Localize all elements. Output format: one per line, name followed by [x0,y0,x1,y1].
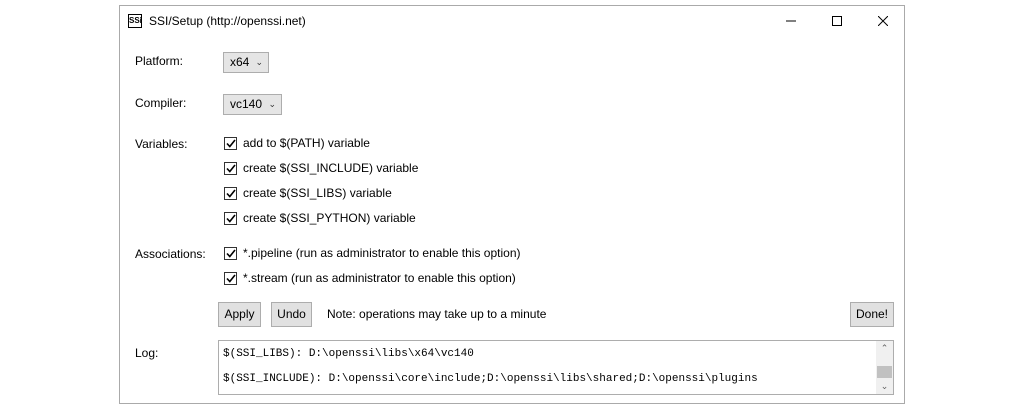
scroll-up-icon[interactable]: ⌃ [876,343,893,354]
chevron-down-icon: ⌄ [255,57,263,67]
checkbox-ssi-libs[interactable]: create $(SSI_LIBS) variable [224,185,392,201]
checkmark-icon [225,139,236,148]
log-line: $(SSI_INCLUDE): D:\openssi\core\include;… [223,373,758,385]
minimize-button[interactable] [768,6,814,36]
checkbox-label: create $(SSI_LIBS) variable [243,186,392,200]
checkbox-box[interactable] [224,211,237,225]
checkbox-path[interactable]: add to $(PATH) variable [224,135,370,151]
associations-label: Associations: [135,247,206,261]
checkbox-label: add to $(PATH) variable [243,136,370,150]
checkbox-ssi-python[interactable]: create $(SSI_PYTHON) variable [224,210,416,226]
checkbox-box[interactable] [224,186,237,200]
checkbox-ssi-include[interactable]: create $(SSI_INCLUDE) variable [224,160,418,176]
checkbox-box[interactable] [224,246,237,260]
log-scrollbar[interactable]: ⌃ ⌄ [876,341,893,394]
scroll-down-icon[interactable]: ⌄ [876,381,893,392]
close-icon [878,16,888,26]
checkbox-label: create $(SSI_INCLUDE) variable [243,161,419,175]
log-line: $(SSI_LIBS): D:\openssi\libs\x64\vc140 [223,348,474,360]
checkbox-stream[interactable]: *.stream (run as administrator to enable… [224,270,516,286]
platform-value: x64 [230,55,250,69]
checkbox-label: *.stream (run as administrator to enable… [243,271,516,285]
compiler-value: vc140 [230,97,263,111]
compiler-label: Compiler: [135,96,187,110]
platform-select[interactable]: x64 ⌄ [223,52,269,73]
checkbox-label: *.pipeline (run as administrator to enab… [243,246,521,260]
scroll-thumb[interactable] [877,366,892,378]
compiler-select[interactable]: vc140 ⌄ [223,94,282,115]
variables-label: Variables: [135,137,188,151]
platform-label: Platform: [135,54,184,68]
checkbox-box[interactable] [224,271,237,285]
window-title: SSI/Setup (http://openssi.net) [149,14,306,28]
checkbox-pipeline[interactable]: *.pipeline (run as administrator to enab… [224,245,521,261]
maximize-icon [832,16,842,26]
log-textarea[interactable]: $(SSI_LIBS): D:\openssi\libs\x64\vc140 $… [218,340,894,395]
close-button[interactable] [860,6,906,36]
checkmark-icon [225,164,236,173]
app-icon: SSi [128,14,142,28]
note-text: Note: operations may take up to a minute [327,307,547,321]
checkmark-icon [225,189,236,198]
log-label: Log: [135,346,159,360]
checkmark-icon [225,249,236,258]
checkbox-box[interactable] [224,161,237,175]
maximize-button[interactable] [814,6,860,36]
checkbox-box[interactable] [224,136,237,150]
title-bar: SSi SSI/Setup (http://openssi.net) [120,6,904,36]
setup-window: SSi SSI/Setup (http://openssi.net) Platf… [119,5,905,404]
checkbox-label: create $(SSI_PYTHON) variable [243,211,416,225]
checkmark-icon [225,274,236,283]
checkmark-icon [225,214,236,223]
minimize-icon [786,20,796,22]
chevron-down-icon: ⌄ [268,99,276,109]
apply-button[interactable]: Apply [218,302,261,327]
undo-button[interactable]: Undo [271,302,312,327]
done-button[interactable]: Done! [850,302,894,327]
